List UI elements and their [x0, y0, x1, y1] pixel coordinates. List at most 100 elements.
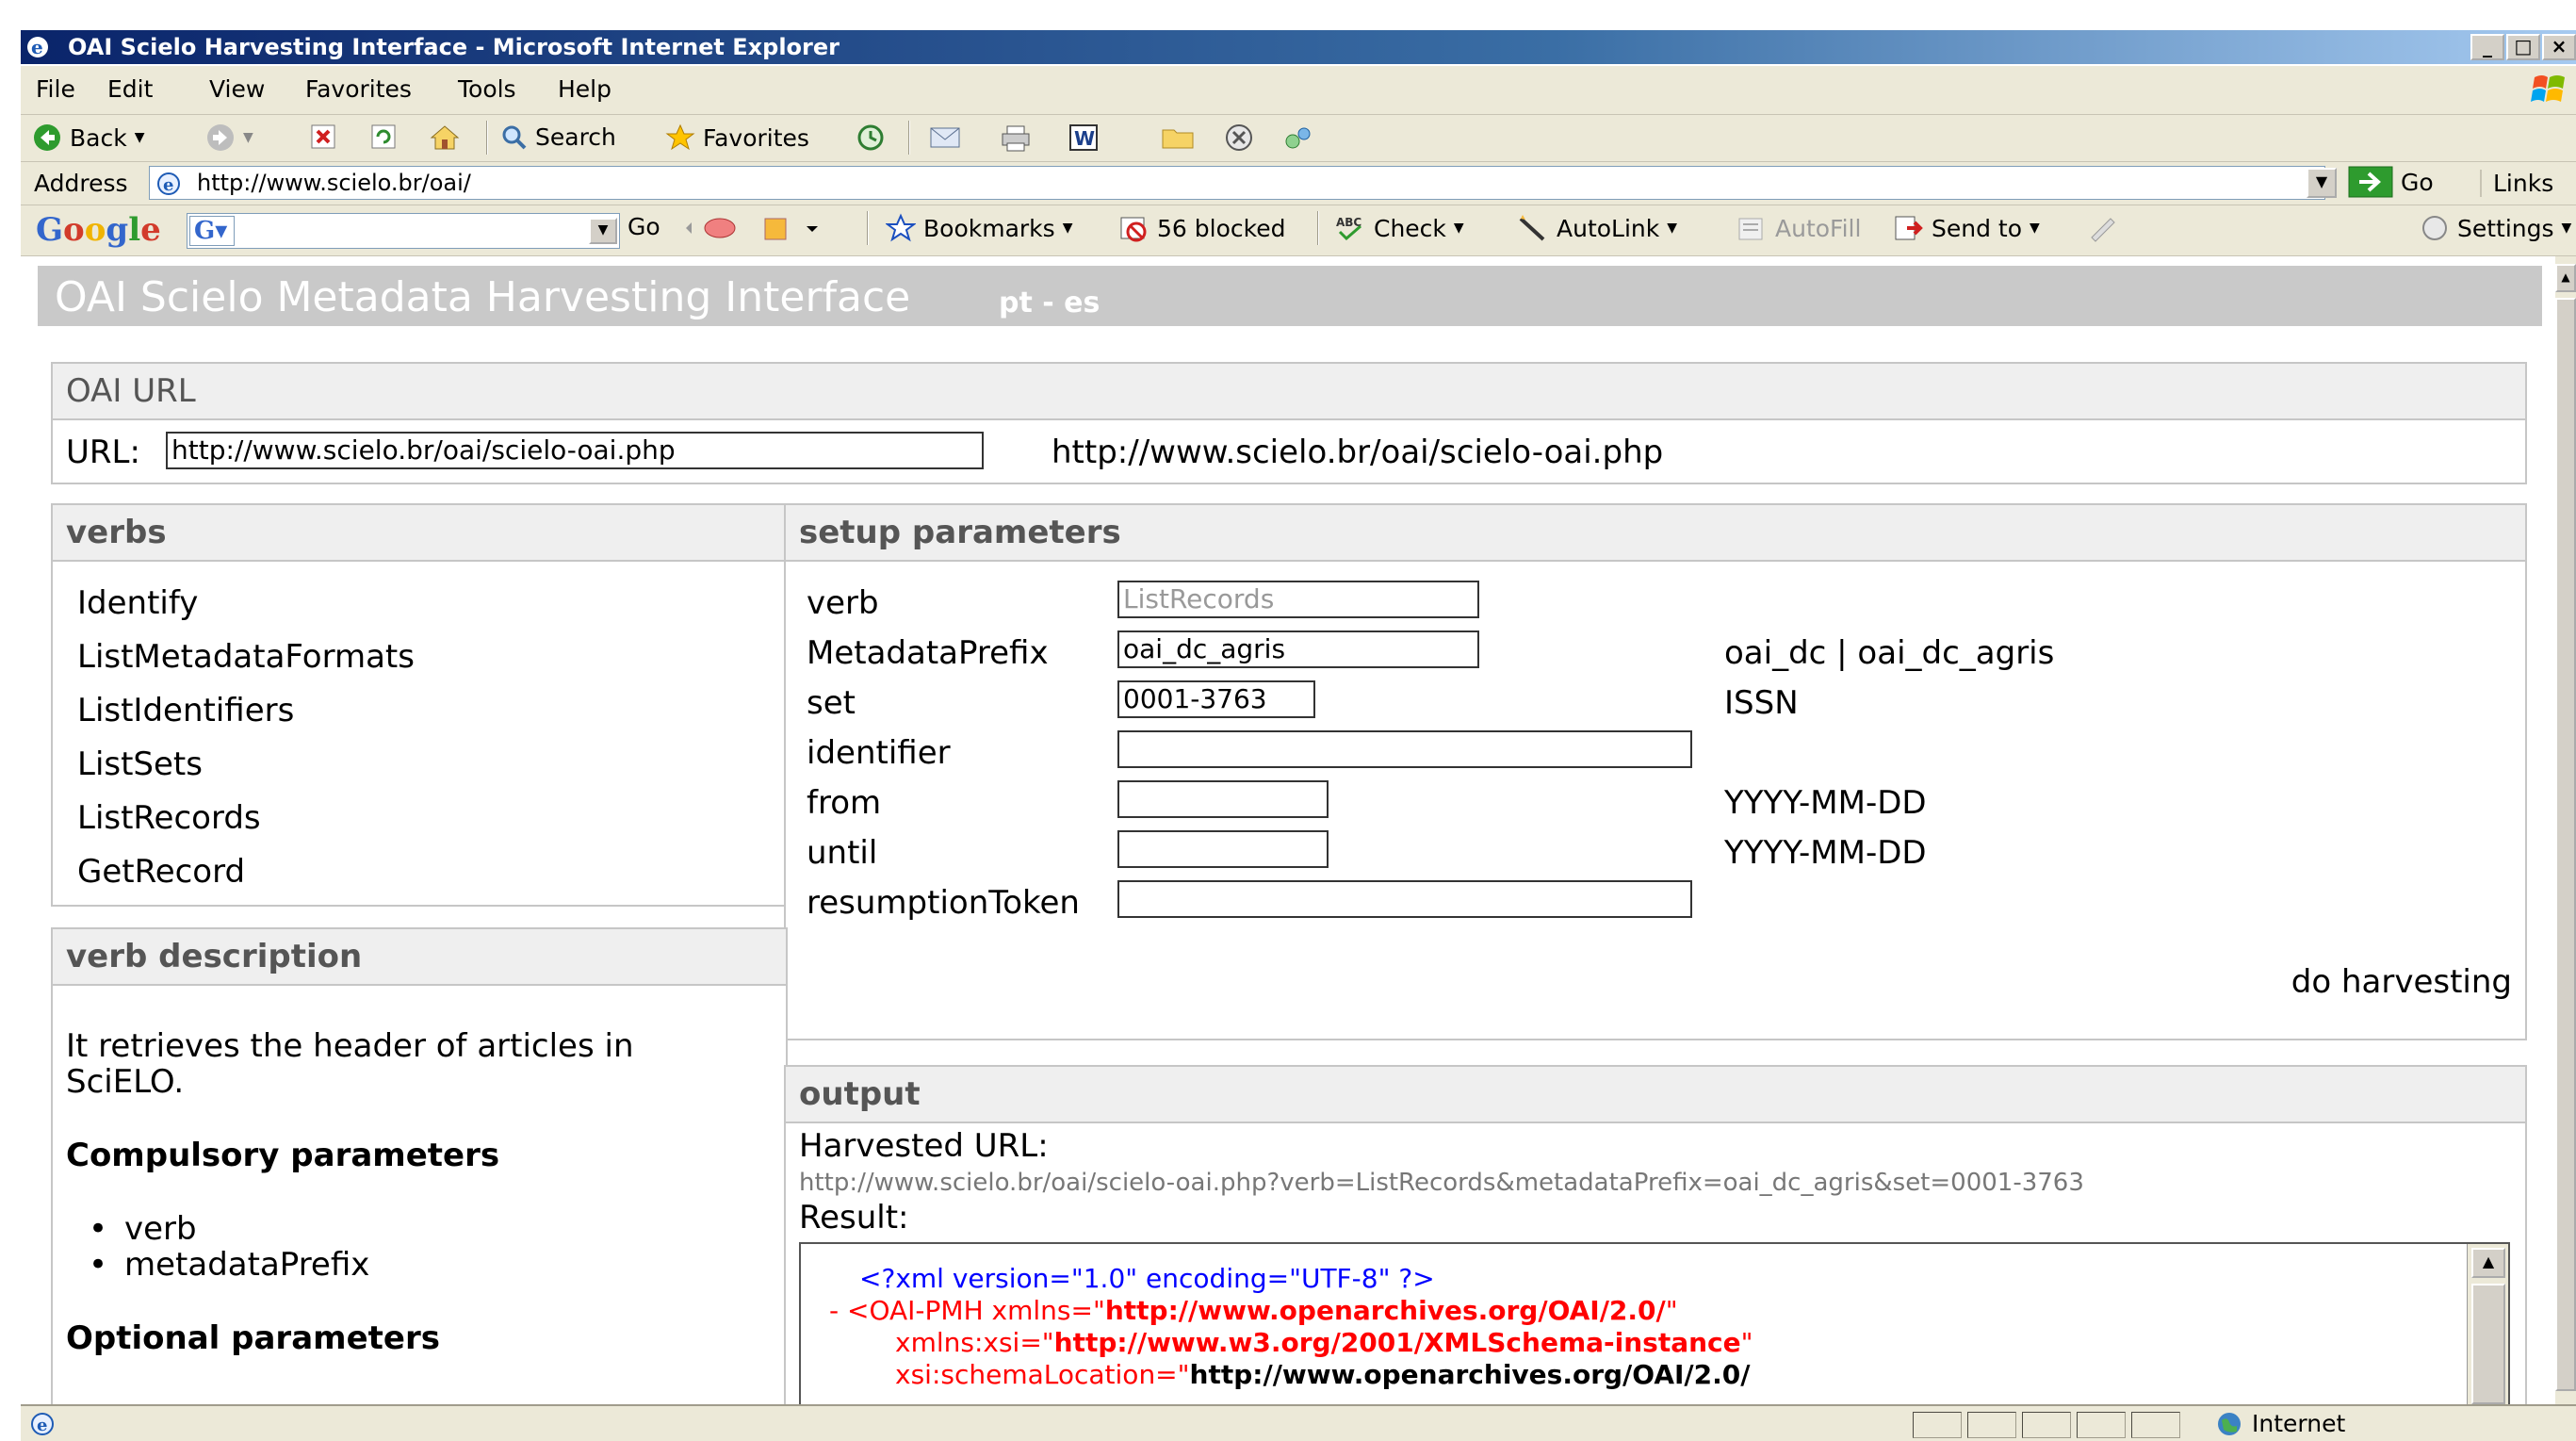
forward-button[interactable]: ▼	[205, 123, 253, 153]
xml-oai-pmh-line[interactable]: - <OAI-PMH xmlns="http://www.openarchive…	[829, 1295, 1678, 1326]
verb-link-listrecords[interactable]: ListRecords	[77, 799, 261, 837]
language-links[interactable]: pt - es	[999, 287, 1100, 319]
messenger-icon[interactable]	[1223, 123, 1255, 153]
resumption-token-input[interactable]	[1117, 880, 1692, 918]
resumption-token-label: resumptionToken	[807, 884, 1080, 922]
maximize-button[interactable]: □	[2506, 34, 2540, 60]
close-button[interactable]: ×	[2542, 34, 2576, 60]
oai-url-heading: OAI URL	[53, 364, 2525, 420]
verb-link-listmetadataformats[interactable]: ListMetadataFormats	[77, 638, 415, 676]
menu-help[interactable]: Help	[558, 75, 611, 103]
mail-icon[interactable]	[929, 123, 967, 151]
svg-text:e: e	[37, 1416, 47, 1435]
forward-dropdown-icon[interactable]: ▼	[243, 130, 253, 145]
verb-param-label: verb	[807, 584, 879, 622]
verb-link-identify[interactable]: Identify	[77, 584, 198, 622]
google-search-dropdown-icon[interactable]: ▼	[589, 218, 617, 244]
xml-attr-xsi: http://www.w3.org/2001/XMLSchema-instanc…	[1053, 1327, 1741, 1358]
menu-view[interactable]: View	[209, 75, 265, 103]
verb-param-input[interactable]: ListRecords	[1117, 581, 1479, 618]
internet-explorer-icon: e	[27, 36, 48, 58]
popup-blocker-button[interactable]: 56 blocked	[1117, 213, 1285, 243]
status-cell	[2022, 1412, 2071, 1438]
result-xml-viewer[interactable]: <?xml version="1.0" encoding="UTF-8" ?> …	[799, 1242, 2510, 1404]
page-scrollbar[interactable]: ▲	[2555, 256, 2576, 1404]
do-harvesting-link[interactable]: do harvesting	[2291, 963, 2512, 1001]
xml-attr-name-schema: xsi:schemaLocation="	[895, 1359, 1190, 1390]
google-go-button[interactable]: Go	[628, 213, 660, 240]
identifier-input[interactable]	[1117, 730, 1692, 768]
menu-file[interactable]: File	[36, 75, 75, 103]
status-cell	[1913, 1412, 1962, 1438]
url-display: http://www.scielo.br/oai/scielo-oai.php	[1052, 434, 1664, 471]
spell-check-button[interactable]: ABC Check ▼	[1334, 213, 1464, 243]
history-icon[interactable]	[854, 123, 888, 153]
web-page: OAI Scielo Metadata Harvesting Interface…	[21, 256, 2555, 1404]
metadata-prefix-input[interactable]: oai_dc_agris	[1117, 630, 1479, 668]
home-icon[interactable]	[428, 123, 462, 153]
highlight-icon[interactable]	[761, 213, 818, 243]
go-label: Go	[2401, 168, 2434, 196]
send-to-button[interactable]: Send to ▼	[1892, 213, 2040, 243]
back-button[interactable]: Back ▼	[32, 123, 144, 153]
google-search-input[interactable]: G▾ ▼	[187, 213, 620, 249]
forward-arrow-icon	[207, 124, 234, 151]
page-status-icon: e	[31, 1413, 54, 1435]
refresh-icon[interactable]	[369, 123, 398, 151]
autolink-wand-icon	[1519, 215, 1545, 241]
set-hint: ISSN	[1724, 684, 1799, 722]
autofill-label: AutoFill	[1775, 214, 1862, 242]
menu-tools[interactable]: Tools	[458, 75, 516, 103]
autolink-button[interactable]: AutoLink ▼	[1517, 213, 1677, 243]
verbs-panel: verbs Identify ListMetadataFormats ListI…	[51, 503, 788, 907]
verb-link-listidentifiers[interactable]: ListIdentifiers	[77, 692, 294, 729]
edit-word-icon[interactable]: W	[1068, 123, 1106, 153]
google-logo[interactable]: Google	[36, 211, 161, 249]
links-button[interactable]: Links	[2480, 170, 2553, 197]
menu-favorites[interactable]: Favorites	[305, 75, 412, 103]
autofill-button[interactable]: AutoFill	[1736, 213, 1861, 243]
search-button[interactable]: Search	[499, 123, 616, 151]
page-scroll-up-icon[interactable]: ▲	[2555, 264, 2576, 292]
pagerank-icon[interactable]	[680, 213, 746, 243]
url-input[interactable]: http://www.scielo.br/oai/scielo-oai.php	[166, 432, 984, 469]
google-menu-icon[interactable]: G▾	[189, 216, 235, 246]
standard-toolbar: Back ▼ ▼ Search Favorites W	[21, 115, 2576, 162]
until-format-hint: YYYY-MM-DD	[1724, 834, 1927, 872]
stop-icon[interactable]	[309, 123, 337, 151]
address-dropdown-icon[interactable]: ▼	[2307, 168, 2337, 198]
status-cell	[2131, 1412, 2180, 1438]
output-heading: output	[786, 1067, 2525, 1123]
verb-link-getrecord[interactable]: GetRecord	[77, 853, 245, 891]
xml-scroll-up-icon[interactable]: ▲	[2471, 1248, 2505, 1278]
menu-edit[interactable]: Edit	[107, 75, 153, 103]
security-zone: Internet	[2216, 1410, 2345, 1437]
page-scroll-thumb[interactable]	[2555, 298, 2576, 1391]
xml-scrollbar[interactable]: ▲	[2467, 1244, 2508, 1404]
verb-link-listsets[interactable]: ListSets	[77, 745, 203, 783]
research-icon[interactable]	[1281, 123, 1315, 153]
xml-scroll-thumb[interactable]	[2471, 1284, 2505, 1404]
settings-button[interactable]: Settings ▼	[2420, 213, 2571, 243]
setup-parameters-heading: setup parameters	[786, 505, 2525, 562]
address-input[interactable]: e http://www.scielo.br/oai/	[149, 166, 2325, 200]
minimize-button[interactable]: _	[2470, 34, 2504, 60]
autolink-label: AutoLink	[1557, 214, 1660, 242]
from-date-input[interactable]	[1117, 780, 1329, 818]
folder-icon[interactable]	[1161, 123, 1195, 151]
status-cell	[2077, 1412, 2126, 1438]
from-format-hint: YYYY-MM-DD	[1724, 784, 1927, 822]
pencil-icon[interactable]	[2086, 213, 2120, 243]
favorites-button[interactable]: Favorites	[665, 123, 809, 153]
go-button[interactable]: Go	[2348, 166, 2434, 198]
from-label: from	[807, 784, 882, 822]
back-dropdown-icon[interactable]: ▼	[135, 130, 145, 145]
compulsory-bullet-icon: •	[89, 1246, 108, 1284]
print-icon[interactable]	[999, 123, 1033, 153]
verb-description-heading: verb description	[53, 929, 786, 986]
until-date-input[interactable]	[1117, 830, 1329, 868]
set-input[interactable]: 0001-3763	[1117, 680, 1315, 718]
harvested-url[interactable]: http://www.scielo.br/oai/scielo-oai.php?…	[799, 1169, 2084, 1197]
bookmarks-button[interactable]: Bookmarks ▼	[886, 213, 1072, 243]
blocked-count: 56 blocked	[1157, 214, 1286, 242]
